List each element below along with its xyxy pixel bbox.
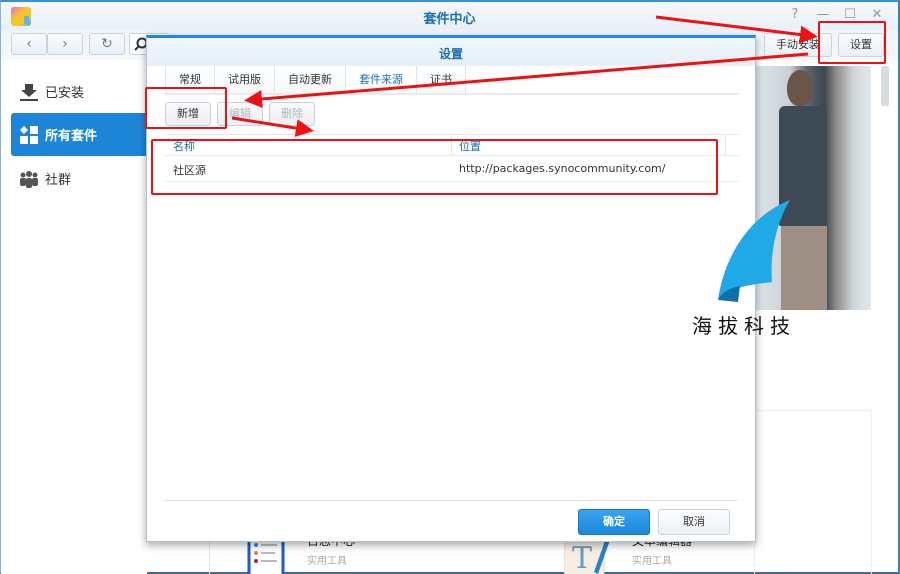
tab-certificate[interactable]: 证书 bbox=[416, 66, 466, 93]
scrollbar[interactable] bbox=[881, 66, 889, 106]
settings-dialog: 设置 常规 试用版 自动更新 套件来源 证书 新增 编辑 删除 名称 位置 社区… bbox=[146, 35, 756, 542]
cancel-button[interactable]: 取消 bbox=[658, 509, 730, 535]
package-category: 实用工具 bbox=[307, 556, 347, 567]
dialog-header: 设置 bbox=[147, 38, 755, 66]
dialog-title: 设置 bbox=[438, 47, 463, 61]
back-button[interactable]: ‹ bbox=[11, 33, 47, 55]
sidebar-item-label: 社群 bbox=[45, 173, 72, 188]
sidebar-item-label: 已安装 bbox=[45, 86, 85, 101]
highlight-add-button bbox=[145, 87, 227, 129]
promo-banner-image[interactable] bbox=[755, 66, 871, 310]
highlight-settings-button bbox=[818, 21, 886, 64]
tab-auto-update[interactable]: 自动更新 bbox=[274, 66, 345, 93]
maximize-icon[interactable]: ☐ bbox=[843, 8, 857, 22]
grid-icon bbox=[19, 125, 39, 145]
window-title: 套件中心 bbox=[423, 12, 476, 27]
delete-button[interactable]: 删除 bbox=[269, 102, 315, 126]
forward-button[interactable]: › bbox=[47, 33, 83, 55]
refresh-button[interactable]: ↻ bbox=[89, 33, 125, 55]
close-icon[interactable]: ✕ bbox=[870, 8, 884, 22]
watermark-text: 海拔科技 bbox=[692, 314, 796, 338]
chevron-right-icon: › bbox=[62, 36, 68, 52]
minimize-icon[interactable]: — bbox=[816, 8, 830, 22]
sidebar-item-installed[interactable]: 已安装 bbox=[11, 70, 151, 113]
package-category: 实用工具 bbox=[632, 556, 672, 567]
sidebar-item-all-packages[interactable]: 所有套件 bbox=[11, 113, 151, 156]
refresh-icon: ↻ bbox=[101, 36, 113, 52]
svg-text:T: T bbox=[572, 541, 592, 574]
ok-button[interactable]: 确定 bbox=[578, 509, 650, 535]
package-card[interactable] bbox=[754, 410, 872, 574]
sidebar-item-label: 所有套件 bbox=[45, 129, 98, 144]
sidebar-item-community[interactable]: 社群 bbox=[11, 157, 151, 200]
community-icon bbox=[19, 169, 39, 189]
tab-package-sources[interactable]: 套件来源 bbox=[345, 66, 416, 93]
help-icon[interactable]: ? bbox=[788, 8, 802, 22]
title-bar: 套件中心 ? — ☐ ✕ bbox=[1, 2, 898, 30]
highlight-source-row bbox=[151, 139, 718, 195]
download-icon bbox=[19, 82, 39, 102]
chevron-left-icon: ‹ bbox=[26, 36, 32, 52]
package-center-window: 套件中心 ? — ☐ ✕ ‹ › ↻ 手动安装 设置 已安装 所有套件 社群 实… bbox=[0, 0, 900, 574]
sidebar: 已安装 所有套件 社群 bbox=[1, 62, 151, 574]
